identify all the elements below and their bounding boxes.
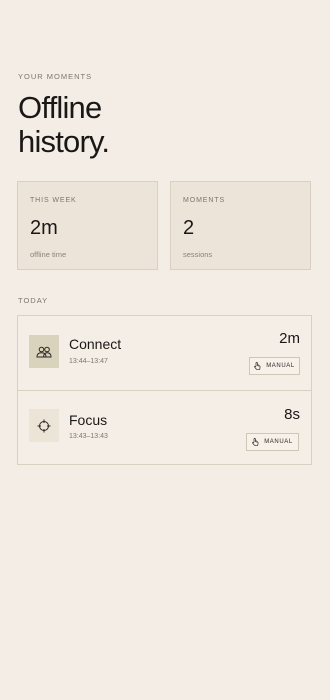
badge-label: MANUAL: [264, 439, 293, 445]
moment-duration: 2m: [279, 330, 300, 347]
people-icon: [36, 346, 52, 357]
stats-row: THIS WEEK 2m offline time MOMENTS 2 sess…: [17, 181, 313, 272]
stat-value: 2m: [30, 217, 58, 239]
page-title-line-2: history.: [18, 124, 110, 159]
moment-name: Focus: [69, 412, 108, 428]
hand-pointer-icon: [254, 362, 261, 370]
moment-icon-box: [29, 335, 59, 368]
moment-time-range: 13:44–13:47: [69, 358, 108, 365]
crosshair-icon: [37, 419, 51, 432]
hand-pointer-icon: [252, 438, 259, 446]
badge-label: MANUAL: [266, 363, 295, 369]
manual-badge: MANUAL: [249, 357, 300, 375]
manual-badge: MANUAL: [246, 433, 299, 451]
stat-card-this-week: THIS WEEK 2m offline time: [17, 181, 158, 270]
page-eyebrow: YOUR MOMENTS: [18, 72, 93, 81]
stat-value: 2: [183, 217, 195, 239]
page-title-line-1: Offline: [18, 90, 102, 125]
stat-sub: sessions: [183, 250, 213, 259]
moment-icon-box: [29, 409, 59, 442]
stat-label: MOMENTS: [183, 197, 226, 204]
section-label-today: TODAY: [18, 296, 49, 305]
list-item-focus[interactable]: Focus 13:43–13:43 8s MANUAL: [18, 390, 311, 464]
stat-card-moments: MOMENTS 2 sessions: [170, 181, 311, 270]
moment-duration: 8s: [284, 406, 300, 423]
moments-list: Connect 13:44–13:47 2m MANUAL Focus 13:4…: [17, 315, 312, 465]
stat-label: THIS WEEK: [30, 197, 77, 204]
list-item-connect[interactable]: Connect 13:44–13:47 2m MANUAL: [18, 316, 311, 391]
moment-time-range: 13:43–13:43: [69, 433, 108, 440]
stat-sub: offline time: [30, 250, 67, 259]
page-title: Offline history.: [18, 90, 110, 159]
moment-name: Connect: [69, 336, 122, 352]
